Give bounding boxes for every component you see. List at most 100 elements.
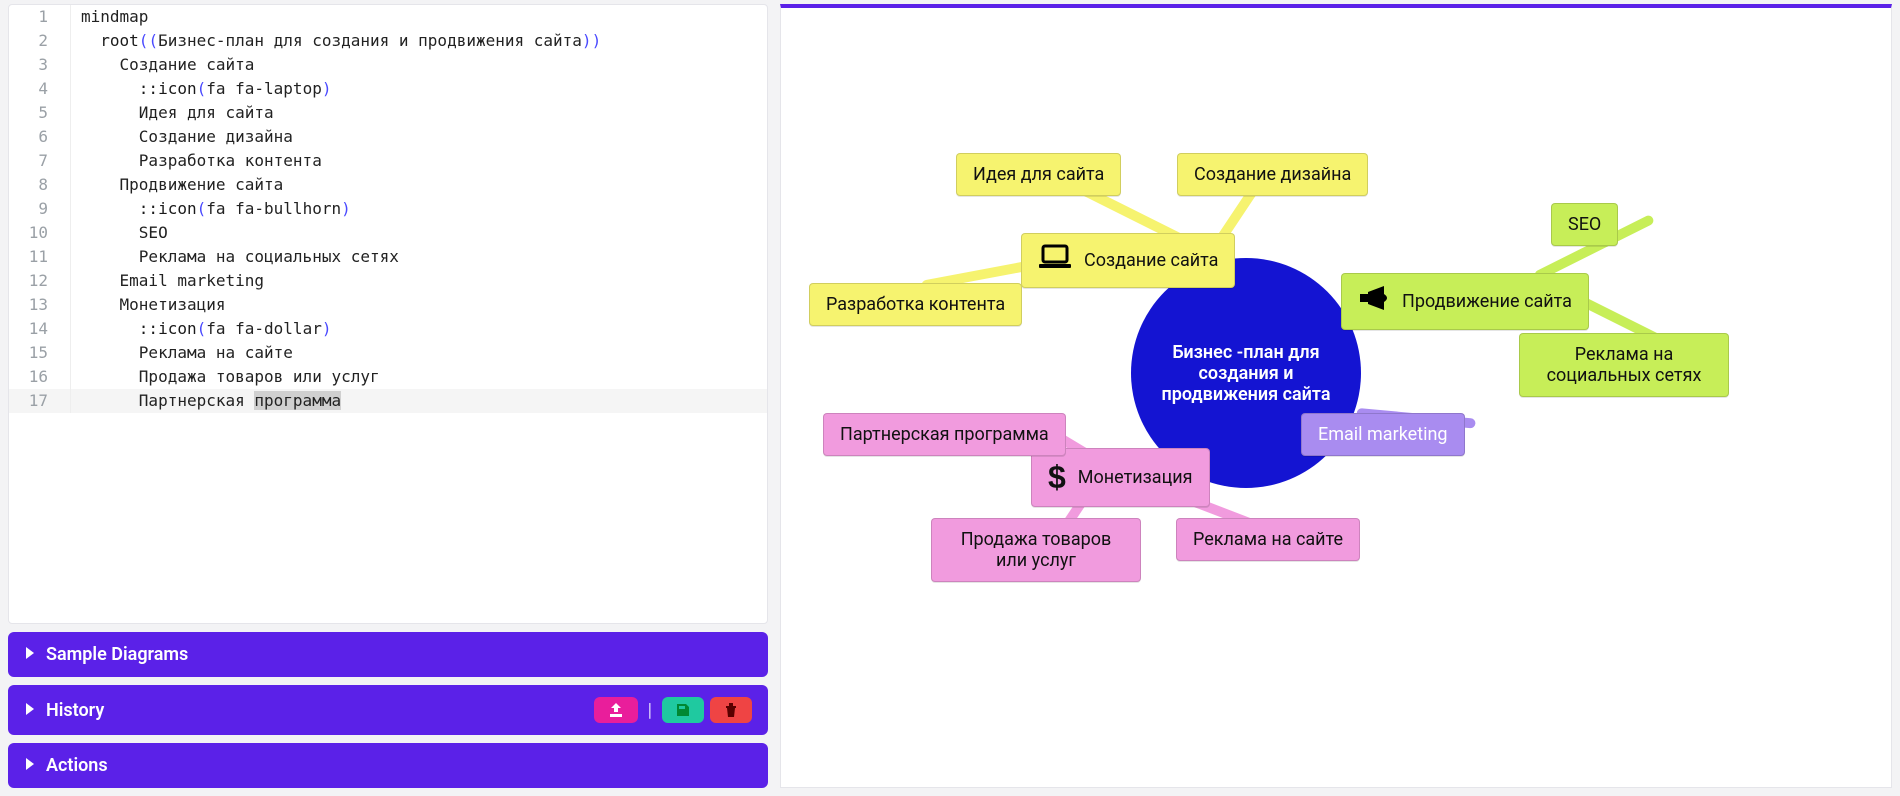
code-line[interactable]: 8 Продвижение сайта bbox=[9, 173, 767, 197]
node-label: Партнерская программа bbox=[840, 424, 1049, 445]
actions-section[interactable]: Actions bbox=[8, 743, 768, 788]
separator: | bbox=[644, 700, 656, 721]
history-buttons: | bbox=[594, 697, 752, 723]
laptop-icon bbox=[1038, 244, 1072, 277]
line-number: 1 bbox=[9, 5, 71, 29]
line-number: 11 bbox=[9, 245, 71, 269]
node-idea[interactable]: Идея для сайта bbox=[956, 153, 1121, 196]
node-label: Реклама на социальных сетях bbox=[1536, 344, 1712, 386]
node-seo[interactable]: SEO bbox=[1551, 203, 1618, 246]
code-text: ::icon(fa fa-laptop) bbox=[71, 77, 331, 101]
upload-button[interactable] bbox=[594, 697, 638, 723]
line-number: 5 bbox=[9, 101, 71, 125]
node-label: Создание сайта bbox=[1084, 250, 1218, 271]
node-social-ads[interactable]: Реклама на социальных сетях bbox=[1519, 333, 1729, 397]
code-text: Продажа товаров или услуг bbox=[71, 365, 380, 389]
code-line[interactable]: 16 Продажа товаров или услуг bbox=[9, 365, 767, 389]
right-panel: Бизнес -план для создания и продвижения … bbox=[776, 0, 1900, 796]
upload-icon bbox=[608, 703, 624, 717]
code-line[interactable]: 2 root((Бизнес-план для создания и продв… bbox=[9, 29, 767, 53]
node-label: Реклама на сайте bbox=[1193, 529, 1343, 550]
history-section[interactable]: History | bbox=[8, 685, 768, 735]
code-line[interactable]: 3 Создание сайта bbox=[9, 53, 767, 77]
node-email-marketing[interactable]: Email marketing bbox=[1301, 413, 1465, 456]
node-label: Продвижение сайта bbox=[1402, 291, 1572, 312]
line-number: 4 bbox=[9, 77, 71, 101]
code-line[interactable]: 17 Партнерская программа bbox=[9, 389, 767, 413]
left-panel: 1mindmap2 root((Бизнес-план для создания… bbox=[0, 0, 776, 796]
code-text: Реклама на сайте bbox=[71, 341, 293, 365]
code-text: Монетизация bbox=[71, 293, 226, 317]
history-label: History bbox=[46, 700, 104, 721]
node-content[interactable]: Разработка контента bbox=[809, 283, 1022, 326]
code-editor[interactable]: 1mindmap2 root((Бизнес-план для создания… bbox=[8, 4, 768, 624]
delete-button[interactable] bbox=[710, 697, 752, 723]
bullhorn-icon bbox=[1358, 284, 1390, 319]
dollar-icon: $ bbox=[1048, 459, 1066, 496]
code-line[interactable]: 1mindmap bbox=[9, 5, 767, 29]
code-line[interactable]: 12 Email marketing bbox=[9, 269, 767, 293]
code-line[interactable]: 14 ::icon(fa fa-dollar) bbox=[9, 317, 767, 341]
sample-diagrams-label: Sample Diagrams bbox=[46, 644, 188, 665]
node-label: SEO bbox=[1568, 214, 1601, 235]
code-line[interactable]: 11 Реклама на социальных сетях bbox=[9, 245, 767, 269]
code-text: Реклама на социальных сетях bbox=[71, 245, 399, 269]
line-number: 10 bbox=[9, 221, 71, 245]
code-line[interactable]: 4 ::icon(fa fa-laptop) bbox=[9, 77, 767, 101]
line-number: 2 bbox=[9, 29, 71, 53]
node-label: Продажа товаров или услуг bbox=[948, 529, 1124, 571]
code-text: Разработка контента bbox=[71, 149, 322, 173]
line-number: 17 bbox=[9, 389, 71, 413]
actions-label: Actions bbox=[46, 755, 108, 776]
code-text: Создание дизайна bbox=[71, 125, 293, 149]
line-number: 15 bbox=[9, 341, 71, 365]
code-text: mindmap bbox=[71, 5, 148, 29]
line-number: 3 bbox=[9, 53, 71, 77]
chevron-right-icon bbox=[24, 700, 36, 721]
line-number: 8 bbox=[9, 173, 71, 197]
diagram-surface[interactable]: Бизнес -план для создания и продвижения … bbox=[780, 4, 1892, 788]
node-label: Создание дизайна bbox=[1194, 164, 1351, 185]
code-text: root((Бизнес-план для создания и продвиж… bbox=[71, 29, 601, 53]
line-number: 12 bbox=[9, 269, 71, 293]
code-text: SEO bbox=[71, 221, 168, 245]
code-text: ::icon(fa fa-bullhorn) bbox=[71, 197, 351, 221]
code-line[interactable]: 13 Монетизация bbox=[9, 293, 767, 317]
line-number: 16 bbox=[9, 365, 71, 389]
sample-diagrams-section[interactable]: Sample Diagrams bbox=[8, 632, 768, 677]
code-line[interactable]: 9 ::icon(fa fa-bullhorn) bbox=[9, 197, 767, 221]
node-affiliate[interactable]: Партнерская программа bbox=[823, 413, 1066, 456]
code-line[interactable]: 10 SEO bbox=[9, 221, 767, 245]
node-design[interactable]: Создание дизайна bbox=[1177, 153, 1368, 196]
code-line[interactable]: 15 Реклама на сайте bbox=[9, 341, 767, 365]
code-text: Продвижение сайта bbox=[71, 173, 283, 197]
line-number: 13 bbox=[9, 293, 71, 317]
node-monetize[interactable]: $ Монетизация bbox=[1031, 448, 1210, 507]
line-number: 7 bbox=[9, 149, 71, 173]
chevron-right-icon bbox=[24, 644, 36, 665]
code-text: ::icon(fa fa-dollar) bbox=[71, 317, 331, 341]
line-number: 6 bbox=[9, 125, 71, 149]
save-button[interactable] bbox=[662, 697, 704, 723]
chevron-right-icon bbox=[24, 755, 36, 776]
node-create-site[interactable]: Создание сайта bbox=[1021, 233, 1235, 288]
trash-icon bbox=[724, 703, 738, 717]
code-text: Идея для сайта bbox=[71, 101, 274, 125]
code-line[interactable]: 5 Идея для сайта bbox=[9, 101, 767, 125]
code-text: Партнерская программа bbox=[71, 389, 341, 413]
line-number: 14 bbox=[9, 317, 71, 341]
node-ads-onsite[interactable]: Реклама на сайте bbox=[1176, 518, 1360, 561]
node-sell-goods[interactable]: Продажа товаров или услуг bbox=[931, 518, 1141, 582]
code-text: Создание сайта bbox=[71, 53, 254, 77]
node-label: Идея для сайта bbox=[973, 164, 1104, 185]
node-label: Разработка контента bbox=[826, 294, 1005, 315]
root-label: Бизнес -план для создания и продвижения … bbox=[1151, 342, 1341, 405]
code-line[interactable]: 6 Создание дизайна bbox=[9, 125, 767, 149]
node-label: Email marketing bbox=[1318, 424, 1448, 445]
node-label: Монетизация bbox=[1078, 467, 1193, 488]
code-line[interactable]: 7 Разработка контента bbox=[9, 149, 767, 173]
node-promote-site[interactable]: Продвижение сайта bbox=[1341, 273, 1589, 330]
line-number: 9 bbox=[9, 197, 71, 221]
save-icon bbox=[676, 703, 690, 717]
code-text: Email marketing bbox=[71, 269, 264, 293]
